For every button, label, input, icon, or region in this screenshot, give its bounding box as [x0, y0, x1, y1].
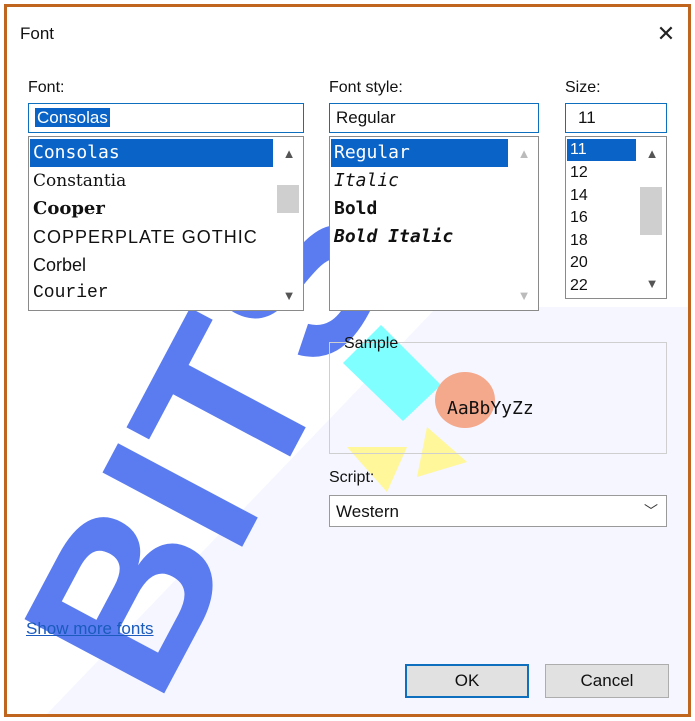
size-list-item[interactable]: 14: [567, 185, 636, 207]
font-style-label: Font style:: [329, 79, 403, 96]
dialog-title: Font: [20, 24, 55, 43]
show-more-fonts-link[interactable]: Show more fonts: [26, 619, 154, 639]
font-input-value: Consolas: [35, 108, 110, 127]
font-style-list-item[interactable]: Bold: [331, 195, 508, 223]
scroll-up-icon[interactable]: ▲: [638, 145, 666, 163]
font-list-item[interactable]: Consolas: [30, 139, 273, 167]
font-list-scrollbar[interactable]: ▲ ▼: [275, 137, 303, 310]
scroll-down-icon[interactable]: ▼: [275, 287, 303, 305]
size-input[interactable]: 11: [565, 103, 667, 133]
font-style-list-scrollbar[interactable]: ▲ ▼: [510, 137, 538, 310]
size-list-scrollbar[interactable]: ▲ ▼: [638, 137, 666, 298]
font-input[interactable]: Consolas: [28, 103, 304, 133]
size-list-item[interactable]: 16: [567, 207, 636, 229]
sample-label: Sample: [344, 335, 399, 352]
ok-button[interactable]: OK: [405, 664, 529, 698]
script-select[interactable]: Western ﹀: [329, 495, 667, 527]
font-dialog: BITS Font ✕ Font: Consolas Consolas Cons…: [4, 4, 691, 717]
chevron-down-icon: ﹀: [644, 503, 658, 519]
font-style-list[interactable]: Regular Italic Bold Bold Italic ▲ ▼: [329, 136, 539, 311]
script-select-value: Western: [336, 502, 399, 521]
size-list-scroll-thumb[interactable]: [640, 187, 662, 235]
size-list-item[interactable]: 18: [567, 230, 636, 252]
font-list-item[interactable]: Cooper: [30, 195, 273, 223]
font-list-item[interactable]: Corbel: [30, 251, 273, 279]
sample-preview-text: AaBbYyZz: [447, 398, 534, 419]
script-label: Script:: [329, 469, 375, 486]
size-list-item[interactable]: 20: [567, 252, 636, 274]
font-list-item[interactable]: COPPERPLATE GOTHIC: [30, 223, 273, 251]
font-label: Font:: [28, 79, 65, 96]
font-list-item[interactable]: Constantia: [30, 167, 273, 195]
font-list[interactable]: Consolas Constantia Cooper COPPERPLATE G…: [28, 136, 304, 311]
size-list-item[interactable]: 22: [567, 275, 636, 297]
close-button[interactable]: ✕: [651, 19, 681, 49]
font-style-list-item[interactable]: Italic: [331, 167, 508, 195]
font-list-scroll-thumb[interactable]: [277, 185, 299, 213]
font-style-list-item[interactable]: Bold Italic: [331, 223, 508, 251]
size-list-item[interactable]: 11: [567, 139, 636, 161]
scroll-up-icon[interactable]: ▲: [275, 145, 303, 163]
size-label: Size:: [565, 79, 601, 96]
size-list-item[interactable]: 12: [567, 162, 636, 184]
close-icon: ✕: [656, 21, 676, 46]
font-style-input[interactable]: Regular: [329, 103, 539, 133]
font-style-list-item[interactable]: Regular: [331, 139, 508, 167]
font-list-item[interactable]: Courier: [30, 279, 273, 307]
size-list[interactable]: 11 12 14 16 18 20 22 ▲ ▼: [565, 136, 667, 299]
cancel-button[interactable]: Cancel: [545, 664, 669, 698]
scroll-down-icon[interactable]: ▼: [638, 275, 666, 293]
scroll-up-icon[interactable]: ▲: [510, 145, 538, 163]
scroll-down-icon[interactable]: ▼: [510, 287, 538, 305]
